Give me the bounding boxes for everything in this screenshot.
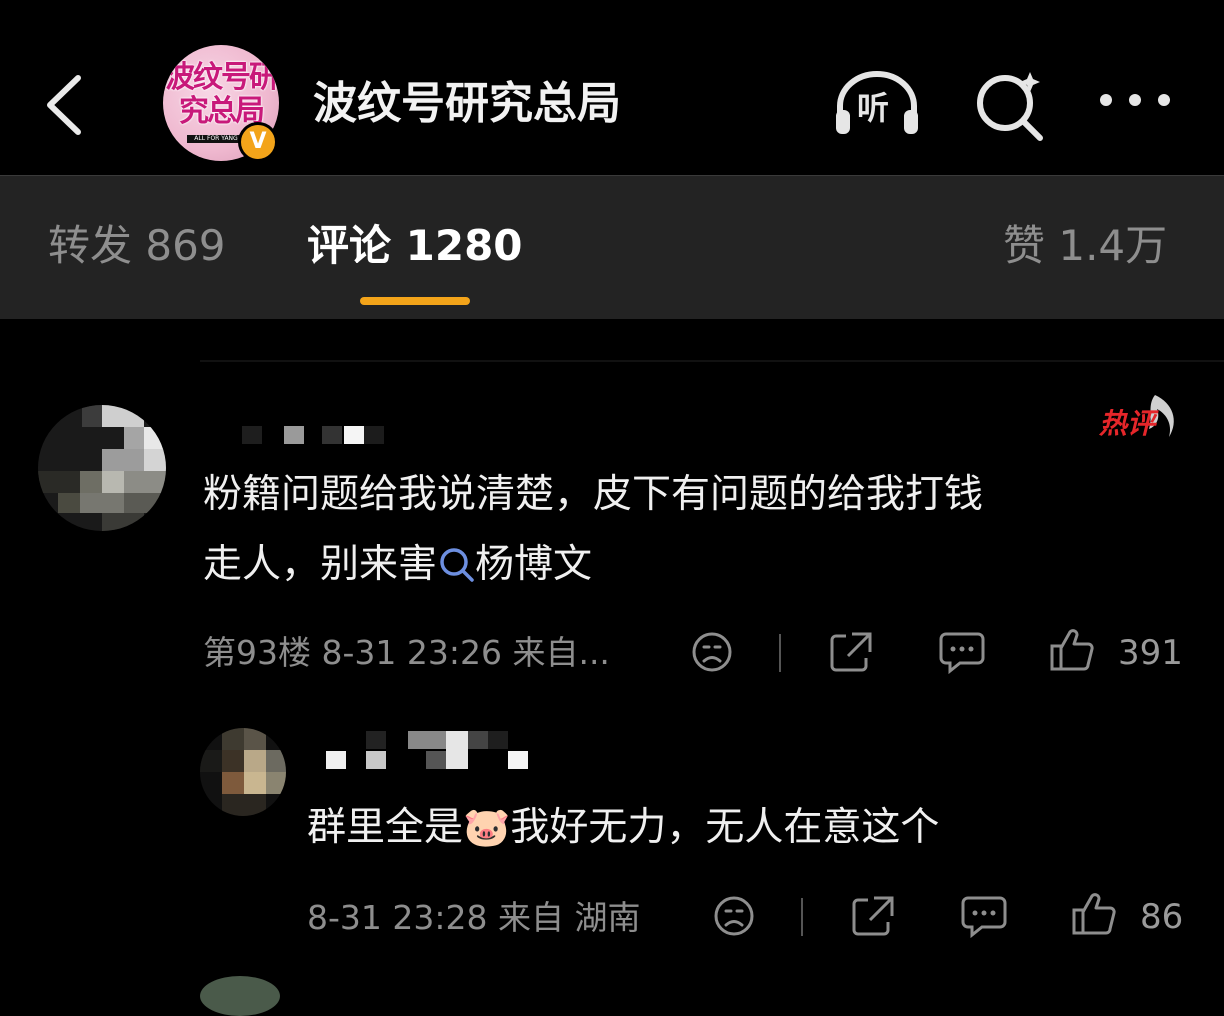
reply-text-prefix: 群里全是 xyxy=(307,805,464,850)
topic-search-icon xyxy=(440,548,474,582)
replier-avatar[interactable] xyxy=(200,728,286,816)
search-icon[interactable] xyxy=(972,66,1047,141)
more-options-icon[interactable] xyxy=(1098,85,1172,115)
meta-divider xyxy=(779,634,781,672)
like-count: 86 xyxy=(1140,897,1184,937)
dislike-face-icon[interactable] xyxy=(712,894,756,938)
reply-meta: 8-31 23:28 来自 湖南 xyxy=(307,898,641,937)
redaction-block xyxy=(468,731,488,749)
thumbs-up-icon[interactable] xyxy=(1071,892,1117,936)
like-count: 391 xyxy=(1118,633,1183,673)
redaction-block xyxy=(344,426,364,444)
avatar-logo-tag: ALL FOR YANG xyxy=(187,135,245,143)
commenter-avatar[interactable] xyxy=(38,405,166,531)
back-chevron-icon[interactable] xyxy=(40,70,90,140)
redaction-block xyxy=(284,426,304,444)
listen-label: 听 xyxy=(857,89,890,127)
listen-headphones-button[interactable]: 听 xyxy=(830,68,925,138)
verified-badge-icon: V xyxy=(238,122,278,162)
redaction-block xyxy=(488,731,508,749)
commenter-name-redacted[interactable] xyxy=(242,426,262,444)
redaction-block xyxy=(366,731,386,749)
pig-face-emoji-icon: 🐷 xyxy=(463,805,511,849)
dislike-face-icon[interactable] xyxy=(690,630,734,674)
hot-label: 热评 xyxy=(1098,407,1159,440)
next-item-avatar[interactable] xyxy=(200,976,280,1016)
replier-name-redacted[interactable] xyxy=(326,751,346,769)
meta-divider xyxy=(801,898,803,936)
comment-text-line2: 走人，别来害 杨博文 xyxy=(203,530,1193,600)
reply-text: 群里全是🐷我好无力，无人在意这个 xyxy=(307,792,1187,863)
section-divider xyxy=(200,360,1224,362)
reply-comment-icon[interactable] xyxy=(938,630,986,674)
tab-repost[interactable]: 转发 869 xyxy=(48,218,226,274)
reply-text-suffix: 我好无力，无人在意这个 xyxy=(510,805,940,850)
thumbs-up-icon[interactable] xyxy=(1049,628,1095,672)
redaction-block xyxy=(446,731,468,769)
top-header: 波纹号研究总局 ALL FOR YANG V 波纹号研究总局 听 xyxy=(0,0,1224,175)
account-title[interactable]: 波纹号研究总局 xyxy=(313,74,621,134)
hot-comment-badge-icon: 热评 xyxy=(1098,395,1174,440)
tab-comments[interactable]: 评论 1280 xyxy=(307,218,523,274)
redaction-block xyxy=(364,426,384,444)
redaction-block xyxy=(426,751,446,769)
share-icon[interactable] xyxy=(828,630,874,674)
tab-likes[interactable]: 赞 1.4万 xyxy=(1003,218,1167,274)
avatar-logo-text: 波纹号研究总局 xyxy=(165,60,279,129)
redaction-block xyxy=(366,751,386,769)
topic-link[interactable]: 杨博文 xyxy=(475,542,592,587)
share-icon[interactable] xyxy=(850,894,896,938)
tab-bar: 转发 869 评论 1280 赞 1.4万 xyxy=(0,175,1224,319)
reply-comment-icon[interactable] xyxy=(960,894,1008,938)
comment-text-line2-prefix: 走人，别来害 xyxy=(203,542,438,587)
comment-text-line1: 粉籍问题给我说清楚，皮下有问题的给我打钱 xyxy=(203,472,984,517)
comment-meta: 第93楼 8-31 23:26 来自... xyxy=(203,633,610,672)
redaction-block xyxy=(322,426,342,444)
redaction-block xyxy=(408,731,446,749)
active-tab-indicator xyxy=(360,297,470,305)
redaction-block xyxy=(508,751,528,769)
comment-text: 粉籍问题给我说清楚，皮下有问题的给我打钱 走人，别来害 杨博文 xyxy=(203,460,1193,600)
